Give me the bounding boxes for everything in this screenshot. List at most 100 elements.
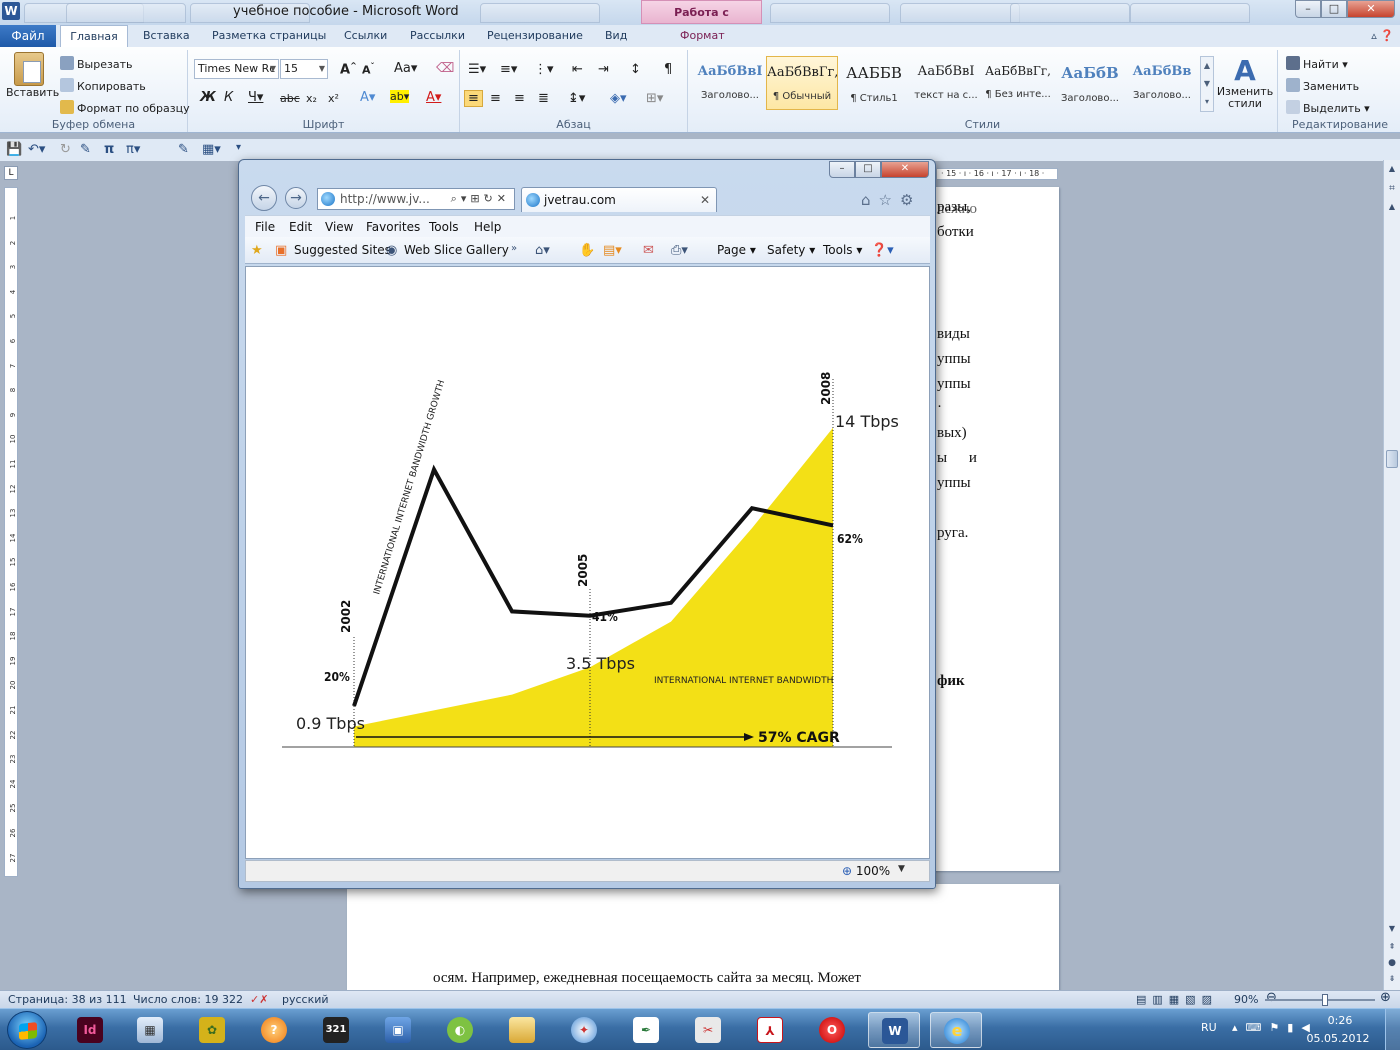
scroll-up-button[interactable]: ▲ xyxy=(1385,162,1399,176)
taskbar-app-11[interactable]: ✂ xyxy=(682,1012,734,1048)
menu-edit[interactable]: Edit xyxy=(289,220,312,234)
menu-favorites[interactable]: Favorites xyxy=(366,220,420,234)
menu-tools[interactable]: Tools xyxy=(429,220,459,234)
word-count[interactable]: Число слов: 19 322 xyxy=(133,993,243,1006)
tools-menu[interactable]: Tools ▾ xyxy=(823,243,862,257)
bullets-icon[interactable]: ☰▾ xyxy=(468,62,486,77)
taskbar-app-3[interactable]: ✿ xyxy=(186,1012,238,1048)
rss-feed-icon[interactable]: ▤▾ xyxy=(603,243,622,258)
gear-icon[interactable]: ⚙ xyxy=(900,191,921,209)
find-button[interactable]: Найти ▾ xyxy=(1286,56,1348,71)
ruler-toggle-icon[interactable]: ⌗ xyxy=(1385,182,1399,196)
vertical-scrollbar[interactable]: ▲ ⌗ ▲ ▼ ⇞ ● ⇟ xyxy=(1383,160,1400,990)
ie-close-button[interactable]: ✕ xyxy=(881,161,929,178)
multilevel-list-icon[interactable]: ⋮▾ xyxy=(534,62,554,77)
ie-window[interactable]: – □ ✕ ← → http://www.jv... ⌕▾⊞↻✕ jvetrau… xyxy=(238,159,936,889)
word-app-icon[interactable]: W xyxy=(2,2,20,20)
increase-indent-icon[interactable]: ⇥ xyxy=(598,62,609,77)
start-button[interactable] xyxy=(7,1011,47,1049)
address-tools-icon[interactable]: ⌕▾⊞↻✕ xyxy=(451,189,510,209)
font-color-button[interactable]: A▾ xyxy=(426,90,441,105)
maximize-button[interactable]: □ xyxy=(1321,0,1347,18)
style-heading-1[interactable]: АаБбВвІ Заголово... xyxy=(694,56,766,110)
align-right-icon[interactable]: ≡ xyxy=(514,91,525,106)
print-icon[interactable]: ⎙▾ xyxy=(671,243,688,258)
tray-icons[interactable]: ▴⌨⚑▮◀ xyxy=(1232,1021,1318,1034)
paste-button[interactable]: Вставить xyxy=(6,52,59,99)
zoom-level[interactable]: 90% xyxy=(1234,993,1258,1006)
select-button[interactable]: Выделить ▾ xyxy=(1286,100,1370,115)
tab-page-layout[interactable]: Разметка страницы xyxy=(212,29,326,42)
justify-icon[interactable]: ≣ xyxy=(538,91,549,106)
zoom-out-icon[interactable]: ⊖ xyxy=(1266,990,1277,1005)
bold-button[interactable]: Ж xyxy=(200,90,216,105)
address-bar[interactable]: http://www.jv... ⌕▾⊞↻✕ xyxy=(317,188,515,210)
pi-insert-icon[interactable]: π▾ xyxy=(126,142,140,157)
tab-review[interactable]: Рецензирование xyxy=(487,29,583,42)
numbering-icon[interactable]: ≡▾ xyxy=(500,62,517,77)
borders-icon[interactable]: ⊞▾ xyxy=(646,91,663,106)
scroll-up-arrow[interactable]: ▲ xyxy=(1385,200,1399,214)
taskbar-indesign[interactable]: Id xyxy=(64,1012,116,1048)
ie-zoom-level[interactable]: ⊕ 100% xyxy=(842,864,890,878)
zoom-slider[interactable] xyxy=(1265,999,1375,1001)
safety-menu[interactable]: Safety ▾ xyxy=(767,243,815,257)
taskbar-calculator[interactable]: ▦ xyxy=(124,1012,176,1048)
clock-date[interactable]: 05.05.2012 xyxy=(1306,1032,1370,1045)
clear-format-icon[interactable]: ⌫ xyxy=(436,61,454,76)
underline-button[interactable]: Ч▾ xyxy=(248,90,263,105)
hand-icon[interactable]: ✋ xyxy=(579,243,595,258)
scroll-thumb[interactable] xyxy=(1386,450,1398,468)
prev-page-icon[interactable]: ⇞ xyxy=(1385,940,1399,954)
taskbar-word[interactable]: W xyxy=(868,1012,920,1048)
taskbar-opera[interactable]: O xyxy=(806,1012,858,1048)
home-icon[interactable]: ⌂ xyxy=(861,191,879,209)
chevron-right-icon[interactable]: » xyxy=(511,243,517,254)
forward-button[interactable]: → xyxy=(285,187,307,209)
font-name-combo[interactable]: Times New Rc ▼ xyxy=(194,59,279,79)
tab-format[interactable]: Формат xyxy=(680,29,725,42)
customize-qat-icon[interactable]: ▾ xyxy=(236,142,241,153)
menu-file[interactable]: File xyxy=(255,220,275,234)
shading-icon[interactable]: ◈▾ xyxy=(610,91,627,106)
menu-help[interactable]: Help xyxy=(474,220,501,234)
align-center-icon[interactable]: ≡ xyxy=(490,91,501,106)
help-icon[interactable]: ▵ ❓ xyxy=(1371,29,1394,42)
text-effects-button[interactable]: A▾ xyxy=(360,90,375,105)
browse-object-icon[interactable]: ● xyxy=(1385,956,1399,970)
style-no-spacing[interactable]: АаБбВвГг, ¶ Без инте... xyxy=(982,56,1054,110)
ie-content-area[interactable]: 2002 2005 2008 20% 41% 62% 0.9 Tbps 3.5 … xyxy=(245,266,930,859)
home-icon[interactable]: ⌂▾ xyxy=(535,243,550,258)
taskbar-app-5[interactable]: 321 xyxy=(310,1012,362,1048)
align-left-icon[interactable]: ≡ xyxy=(464,90,483,107)
change-case-button[interactable]: Aa▾ xyxy=(394,61,417,76)
change-styles-button[interactable]: A Изменить стили xyxy=(1216,56,1274,110)
help-icon[interactable]: ❓▾ xyxy=(871,243,894,258)
chevron-down-icon[interactable]: ▼ xyxy=(898,864,905,874)
style-text-on[interactable]: АаБбВвІ текст на с... xyxy=(910,56,982,110)
grow-font-button[interactable]: A^ xyxy=(340,61,357,77)
ie-minimize-button[interactable]: – xyxy=(829,161,855,178)
cut-button[interactable]: Вырезать xyxy=(60,56,132,71)
browser-tab[interactable]: jvetrau.com ✕ xyxy=(521,187,717,212)
style-normal[interactable]: АаБбВвГг, ¶ Обычный xyxy=(766,56,838,110)
tab-references[interactable]: Ссылки xyxy=(344,29,387,42)
tab-home[interactable]: Главная xyxy=(60,25,128,47)
decrease-indent-icon[interactable]: ⇤ xyxy=(572,62,583,77)
favorites-star-icon[interactable]: ☆ xyxy=(879,191,900,209)
show-desktop-button[interactable] xyxy=(1385,1009,1400,1050)
style-custom-1[interactable]: ААББВ ¶ Стиль1 xyxy=(838,56,910,110)
superscript-button[interactable]: x² xyxy=(328,92,339,105)
tab-close-icon[interactable]: ✕ xyxy=(700,188,710,212)
show-marks-icon[interactable]: ¶ xyxy=(664,62,672,77)
suggested-sites-link[interactable]: Suggested Sites xyxy=(294,243,391,257)
redo-icon[interactable]: ↻ xyxy=(60,142,71,157)
taskbar-app-7[interactable]: ◐ xyxy=(434,1012,486,1048)
edit-doc-icon[interactable]: ✎ xyxy=(178,142,189,157)
style-heading-2[interactable]: АаБбВ Заголово... xyxy=(1054,56,1126,110)
page-menu[interactable]: Page ▾ xyxy=(717,243,756,257)
web-slice-gallery-link[interactable]: Web Slice Gallery xyxy=(404,243,509,257)
scroll-down-arrow[interactable]: ▼ xyxy=(1385,922,1399,936)
taskbar-acrobat[interactable]: ⅄ xyxy=(744,1012,796,1048)
keyboard-language[interactable]: RU xyxy=(1201,1021,1217,1034)
